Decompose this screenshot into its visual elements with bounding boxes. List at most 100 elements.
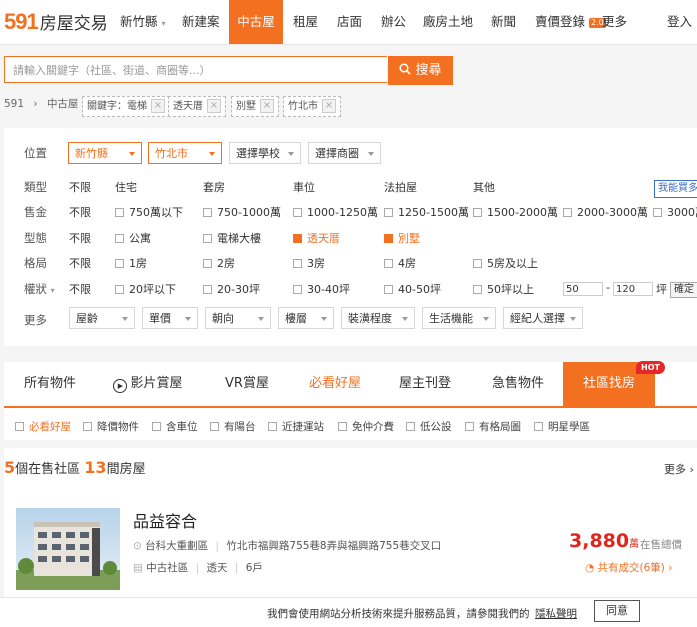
tab-video[interactable]: ▶ 影片賞屋: [104, 362, 192, 406]
checkbox[interactable]: [293, 208, 302, 217]
checkbox[interactable]: [203, 234, 212, 243]
checkbox[interactable]: [268, 422, 277, 431]
price-option[interactable]: 1500-2000萬: [473, 204, 558, 220]
tab-owner-listed[interactable]: 屋主刊登: [381, 362, 469, 406]
checkbox[interactable]: [15, 422, 24, 431]
search-button[interactable]: 搜尋: [388, 56, 453, 85]
sub-filter[interactable]: 近捷運站: [268, 419, 324, 434]
form-option-selected[interactable]: 別墅: [384, 230, 420, 246]
sub-filter[interactable]: 有格局圖: [465, 419, 521, 434]
checkbox[interactable]: [152, 422, 161, 431]
checkbox[interactable]: [83, 422, 92, 431]
filter-chip-townhouse[interactable]: 透天厝 ×: [168, 96, 226, 117]
breadcrumb-section[interactable]: 中古屋: [47, 98, 79, 110]
price-option[interactable]: 3000萬: [653, 204, 697, 220]
checkbox[interactable]: [653, 208, 662, 217]
sub-filter[interactable]: 降價物件: [83, 419, 139, 434]
sub-filter[interactable]: 有陽台: [210, 419, 256, 434]
area-option[interactable]: 40-50坪: [384, 281, 441, 297]
layout-option[interactable]: 4房: [384, 255, 416, 271]
close-icon[interactable]: ×: [151, 99, 165, 113]
close-icon[interactable]: ×: [207, 99, 221, 113]
price-option[interactable]: 1000-1250萬: [293, 204, 378, 220]
nav-factory-land[interactable]: 廠房土地: [423, 0, 473, 44]
area-max-input[interactable]: 120: [613, 282, 653, 296]
sub-filter[interactable]: 明星學區: [534, 419, 590, 434]
type-option[interactable]: 其他: [473, 179, 495, 195]
tab-featured[interactable]: 必看好屋: [291, 362, 379, 406]
price-option[interactable]: 1250-1500萬: [384, 204, 469, 220]
type-option[interactable]: 不限: [69, 179, 91, 195]
nav-new-build[interactable]: 新建案: [182, 0, 220, 44]
area-option[interactable]: 不限: [69, 281, 91, 297]
layout-option[interactable]: 5房及以上: [473, 255, 538, 271]
price-option[interactable]: 750萬以下: [115, 204, 183, 220]
checkbox[interactable]: [115, 259, 124, 268]
nav-shop[interactable]: 店面: [337, 0, 362, 44]
layout-option[interactable]: 2房: [203, 255, 235, 271]
filter-chip-villa[interactable]: 別墅 ×: [231, 96, 279, 117]
sub-filter[interactable]: 免仲介費: [338, 419, 394, 434]
checkbox[interactable]: [473, 285, 482, 294]
checkbox[interactable]: [473, 208, 482, 217]
checkbox[interactable]: [293, 285, 302, 294]
floor-select[interactable]: 樓層: [278, 307, 334, 329]
community-title[interactable]: 品益容合: [133, 508, 197, 532]
confirm-button[interactable]: 確定: [670, 282, 697, 298]
amenities-select[interactable]: 生活機能: [422, 307, 496, 329]
type-option[interactable]: 法拍屋: [384, 179, 417, 195]
deal-history-link[interactable]: ◔ 共有成交(6筆) ›: [585, 560, 672, 575]
nav-office[interactable]: 辦公: [381, 0, 406, 44]
checkbox[interactable]: [534, 422, 543, 431]
nav-used-house[interactable]: 中古屋: [229, 0, 283, 44]
area-option[interactable]: 50坪以上: [473, 281, 534, 297]
affordability-button[interactable]: 我能買多: [654, 180, 697, 198]
business-select[interactable]: 選擇商圈: [308, 142, 381, 164]
nav-rent[interactable]: 租屋: [293, 0, 318, 44]
checkbox-checked[interactable]: [384, 234, 393, 243]
checkbox[interactable]: [203, 259, 212, 268]
filter-chip-district[interactable]: 竹北市 ×: [283, 96, 341, 117]
district-select[interactable]: 竹北市: [148, 142, 222, 164]
nav-news[interactable]: 新聞: [491, 0, 516, 44]
checkbox[interactable]: [115, 285, 124, 294]
checkbox[interactable]: [115, 234, 124, 243]
county-select[interactable]: 新竹縣: [68, 142, 142, 164]
area-option[interactable]: 30-40坪: [293, 281, 350, 297]
search-input[interactable]: 請輸入關鍵字（社區、街道、商圈等...）: [4, 56, 387, 83]
checkbox-checked[interactable]: [293, 234, 302, 243]
community-photo[interactable]: [16, 508, 120, 590]
nav-region-select[interactable]: 新竹縣 ▾: [120, 0, 166, 44]
close-icon[interactable]: ×: [260, 99, 274, 113]
login-link[interactable]: 登入: [667, 0, 692, 44]
agent-select[interactable]: 經紀人選擇: [503, 307, 583, 329]
breadcrumb-root[interactable]: 591: [4, 98, 24, 110]
unit-price-select[interactable]: 單價: [142, 307, 198, 329]
area-option[interactable]: 20-30坪: [203, 281, 260, 297]
more-link[interactable]: 更多 ›: [664, 461, 694, 477]
area-option[interactable]: 20坪以下: [115, 281, 176, 297]
agree-button[interactable]: 同意: [594, 600, 640, 622]
nav-more[interactable]: 更多: [602, 0, 627, 44]
tab-urgent[interactable]: 急售物件: [474, 362, 562, 406]
type-option[interactable]: 套房: [203, 179, 225, 195]
age-select[interactable]: 屋齡: [69, 307, 135, 329]
form-option[interactable]: 電梯大樓: [203, 230, 261, 246]
orientation-select[interactable]: 朝向: [205, 307, 271, 329]
form-option-selected[interactable]: 透天厝: [293, 230, 340, 246]
tab-vr[interactable]: VR賞屋: [203, 362, 291, 406]
form-option[interactable]: 公寓: [115, 230, 151, 246]
checkbox[interactable]: [203, 208, 212, 217]
checkbox[interactable]: [384, 208, 393, 217]
checkbox[interactable]: [293, 259, 302, 268]
checkbox[interactable]: [338, 422, 347, 431]
sub-filter[interactable]: 低公設: [406, 419, 452, 434]
checkbox[interactable]: [384, 285, 393, 294]
nav-price-register[interactable]: 賣價登錄 2.0: [535, 0, 606, 44]
price-option[interactable]: 2000-3000萬: [563, 204, 648, 220]
checkbox[interactable]: [384, 259, 393, 268]
type-option[interactable]: 住宅: [115, 179, 137, 195]
area-min-input[interactable]: 50: [563, 282, 603, 296]
checkbox[interactable]: [406, 422, 415, 431]
layout-option[interactable]: 3房: [293, 255, 325, 271]
